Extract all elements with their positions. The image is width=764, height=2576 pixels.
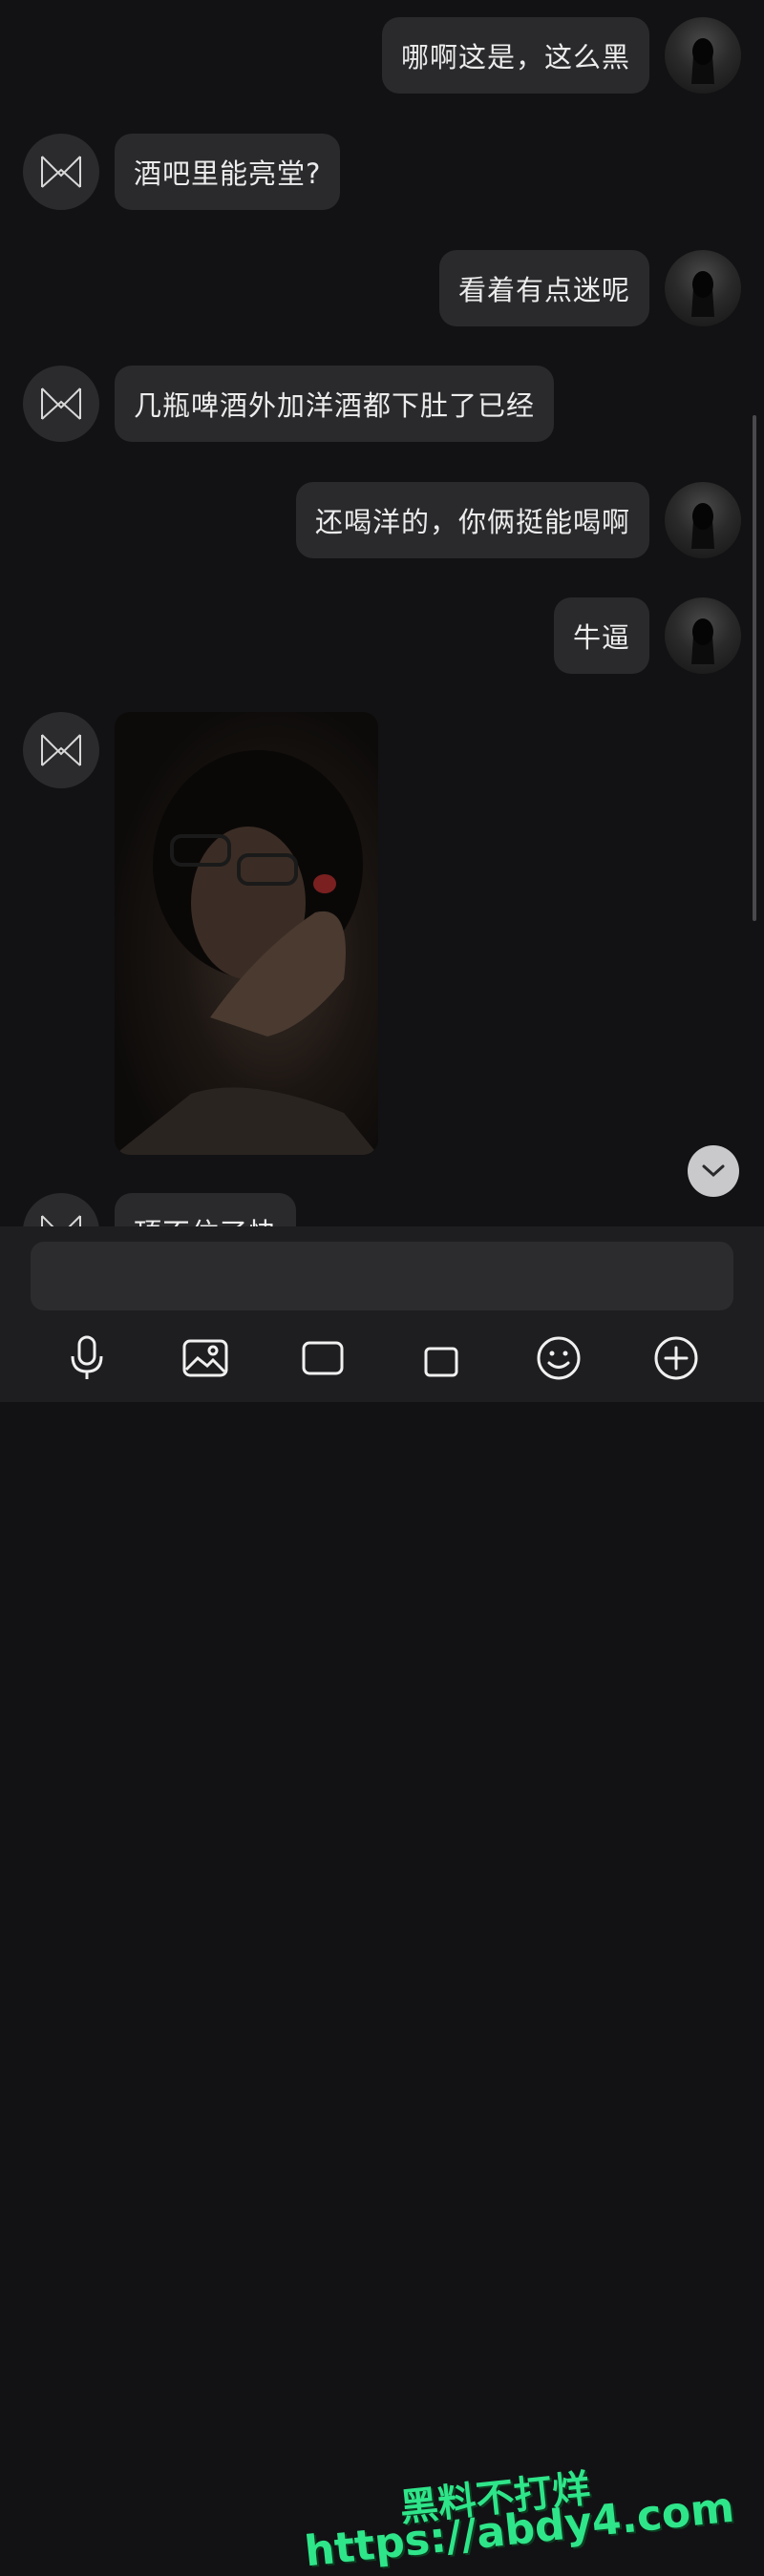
microphone-icon (71, 1335, 103, 1379)
plus-icon (654, 1336, 698, 1380)
my-avatar[interactable] (665, 482, 741, 558)
envelope-logo-icon (41, 387, 81, 420)
envelope-logo-icon (41, 734, 81, 766)
hooded-figure-icon (691, 271, 714, 317)
message-text: 顶不住了快 (134, 1211, 277, 1226)
my-avatar[interactable] (665, 250, 741, 326)
camera-icon (302, 1341, 344, 1375)
message-bubble-sent[interactable]: 看着有点迷呢 (438, 250, 649, 326)
photo-message[interactable] (115, 712, 378, 1155)
message-text: 酒吧里能亮堂? (134, 157, 322, 190)
emoji-button[interactable] (530, 1330, 587, 1387)
chevron-down-icon (702, 1164, 725, 1178)
message-bubble-sent[interactable]: 哪啊这是，这么黑 (381, 17, 649, 94)
message-text: 几瓶啤酒外加洋酒都下肚了已经 (134, 389, 536, 422)
hooded-figure-icon (691, 618, 714, 664)
gift-button[interactable] (413, 1330, 470, 1387)
my-avatar[interactable] (665, 597, 741, 674)
emoji-icon (537, 1336, 581, 1380)
message-text: 牛逼 (572, 621, 630, 654)
camera-button[interactable] (294, 1330, 351, 1387)
envelope-logo-icon (41, 156, 81, 188)
composer-bar: 黑料不打烊 https://abdy4.com (0, 1226, 764, 2576)
message-text: 还喝洋的，你俩挺能喝啊 (314, 506, 630, 538)
contact-avatar[interactable] (23, 712, 99, 788)
scroll-to-bottom-button[interactable] (688, 1145, 739, 1197)
hooded-figure-icon (691, 503, 714, 549)
gift-icon (424, 1347, 458, 1377)
dark-selfie-photo (115, 750, 378, 1155)
message-bubble-received[interactable]: 酒吧里能亮堂? (115, 134, 341, 210)
envelope-logo-icon (41, 1215, 81, 1226)
microphone-button[interactable] (58, 1330, 116, 1387)
contact-avatar[interactable] (23, 366, 99, 442)
scrollbar[interactable] (753, 415, 756, 921)
message-input[interactable] (31, 1242, 733, 1310)
message-bubble-sent[interactable]: 牛逼 (553, 597, 649, 674)
hooded-figure-icon (691, 38, 714, 84)
image-button[interactable] (177, 1330, 234, 1387)
message-text: 哪啊这是，这么黑 (400, 41, 630, 73)
message-text: 看着有点迷呢 (457, 274, 630, 306)
contact-avatar[interactable] (23, 1193, 99, 1226)
chat-area[interactable]: 哪啊这是，这么黑 酒吧里能亮堂? 看着有点迷呢 几瓶啤酒外加洋酒都下肚了已经 还… (0, 0, 764, 1226)
message-bubble-sent[interactable]: 还喝洋的，你俩挺能喝啊 (295, 482, 649, 558)
plus-button[interactable] (647, 1330, 705, 1387)
my-avatar[interactable] (665, 17, 741, 94)
image-icon (182, 1339, 228, 1377)
message-bubble-received[interactable]: 顶不住了快 (115, 1193, 297, 1226)
message-bubble-received[interactable]: 几瓶啤酒外加洋酒都下肚了已经 (115, 366, 555, 442)
contact-avatar[interactable] (23, 134, 99, 210)
